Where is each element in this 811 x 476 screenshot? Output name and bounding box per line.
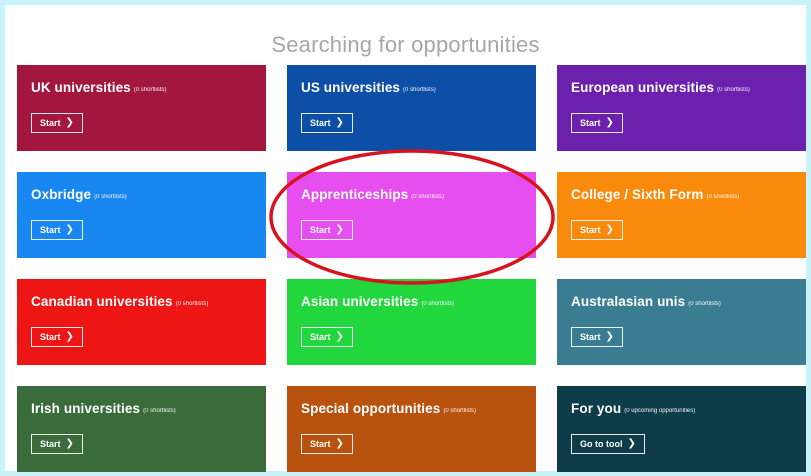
- button-label: Start: [310, 225, 331, 235]
- shortlist-count: (0 shortlists): [411, 194, 444, 200]
- tile-college-sixth-form[interactable]: College / Sixth Form (0 shortlists) Start…: [557, 172, 806, 258]
- button-label: Start: [40, 439, 61, 449]
- button-label: Start: [310, 332, 331, 342]
- chevron-right-icon: ❯: [627, 438, 636, 449]
- shortlist-count: (0 shortlists): [403, 87, 436, 93]
- tile-uk-universities[interactable]: UK universities (0 shortlists) Start ❯: [17, 65, 266, 151]
- button-label: Start: [40, 225, 61, 235]
- button-label: Go to tool: [580, 439, 623, 449]
- chevron-right-icon: ❯: [605, 331, 614, 342]
- tile-title: Irish universities: [31, 401, 141, 416]
- tile-title: College / Sixth Form: [571, 187, 704, 202]
- shortlist-count: (0 shortlists): [421, 301, 455, 307]
- button-label: Start: [580, 332, 601, 342]
- chevron-right-icon: ❯: [65, 117, 74, 128]
- chevron-right-icon: ❯: [335, 117, 344, 128]
- chevron-right-icon: ❯: [335, 224, 344, 235]
- tile-title: Oxbridge: [31, 187, 92, 202]
- start-button[interactable]: Start ❯: [301, 220, 353, 240]
- start-button[interactable]: Start ❯: [571, 113, 623, 133]
- shortlist-count: (0 shortlists): [143, 408, 176, 414]
- tile-header: College / Sixth Form (0 shortlists): [571, 186, 792, 204]
- start-button[interactable]: Start ❯: [301, 327, 353, 347]
- tile-header: For you (0 upcoming opportunities): [571, 400, 792, 418]
- start-button[interactable]: Start ❯: [31, 434, 83, 454]
- tile-title: Canadian universities: [31, 294, 173, 309]
- tile-header: Canadian universities (0 shortlists): [31, 293, 252, 311]
- shortlist-count: (0 shortlists): [133, 87, 167, 93]
- shortlist-count: (0 shortlists): [443, 408, 477, 414]
- tile-asian-universities[interactable]: Asian universities (0 shortlists) Start ❯: [287, 279, 536, 365]
- tile-title: For you: [571, 401, 622, 416]
- chevron-right-icon: ❯: [605, 117, 614, 128]
- shortlist-count: (0 shortlists): [706, 194, 740, 200]
- button-label: Start: [310, 439, 331, 449]
- chevron-right-icon: ❯: [335, 438, 344, 449]
- start-button[interactable]: Start ❯: [301, 434, 353, 454]
- tile-header: Apprenticeships (0 shortlists): [301, 186, 522, 204]
- upcoming-count: (0 upcoming opportunities): [624, 408, 696, 414]
- tile-title: US universities: [301, 80, 401, 95]
- shortlist-count: (0 shortlists): [717, 87, 750, 93]
- chevron-right-icon: ❯: [605, 224, 614, 235]
- button-label: Start: [310, 118, 331, 128]
- tile-australasian-unis[interactable]: Australasian unis (0 shortlists) Start ❯: [557, 279, 806, 365]
- button-label: Start: [580, 225, 601, 235]
- tile-header: Asian universities (0 shortlists): [301, 293, 522, 311]
- shortlist-count: (0 shortlists): [175, 301, 209, 307]
- start-button[interactable]: Start ❯: [571, 327, 623, 347]
- start-button[interactable]: Start ❯: [31, 220, 83, 240]
- tile-title: Special opportunities: [301, 401, 441, 416]
- start-button[interactable]: Start ❯: [31, 327, 83, 347]
- button-label: Start: [580, 118, 601, 128]
- chevron-right-icon: ❯: [65, 331, 74, 342]
- opportunity-grid: UK universities (0 shortlists) Start ❯ US…: [17, 65, 806, 472]
- shortlist-count: (0 shortlists): [688, 301, 721, 307]
- tile-us-universities[interactable]: US universities (0 shortlists) Start ❯: [287, 65, 536, 151]
- tile-header: Oxbridge (0 shortlists): [31, 186, 252, 204]
- tile-header: US universities (0 shortlists): [301, 79, 522, 97]
- tile-header: UK universities (0 shortlists): [31, 79, 252, 97]
- go-to-tool-button[interactable]: Go to tool ❯: [571, 434, 645, 454]
- chevron-right-icon: ❯: [65, 224, 74, 235]
- tile-title: Australasian unis: [571, 294, 686, 309]
- tile-oxbridge[interactable]: Oxbridge (0 shortlists) Start ❯: [17, 172, 266, 258]
- chevron-right-icon: ❯: [65, 438, 74, 449]
- tile-header: Irish universities (0 shortlists): [31, 400, 252, 418]
- chevron-right-icon: ❯: [335, 331, 344, 342]
- page-title: Searching for opportunities: [271, 31, 540, 57]
- tile-european-universities[interactable]: European universities (0 shortlists) Star…: [557, 65, 806, 151]
- tile-title: Apprenticeships: [301, 187, 409, 202]
- tile-for-you[interactable]: For you (0 upcoming opportunities) Go to …: [557, 386, 806, 472]
- tile-title: UK universities: [31, 80, 131, 95]
- tile-apprenticeships[interactable]: Apprenticeships (0 shortlists) Start ❯: [287, 172, 536, 258]
- tile-canadian-universities[interactable]: Canadian universities (0 shortlists) Star…: [17, 279, 266, 365]
- page-frame: Searching for opportunities UK universit…: [5, 5, 806, 472]
- tile-header: Special opportunities (0 shortlists): [301, 400, 522, 418]
- tile-irish-universities[interactable]: Irish universities (0 shortlists) Start ❯: [17, 386, 266, 472]
- button-label: Start: [40, 332, 61, 342]
- shortlist-count: (0 shortlists): [94, 194, 127, 200]
- tile-special-opportunities[interactable]: Special opportunities (0 shortlists) Star…: [287, 386, 536, 472]
- tile-title: Asian universities: [301, 294, 419, 309]
- tile-title: European universities: [571, 80, 715, 95]
- button-label: Start: [40, 118, 61, 128]
- tile-header: Australasian unis (0 shortlists): [571, 293, 792, 311]
- start-button[interactable]: Start ❯: [31, 113, 83, 133]
- start-button[interactable]: Start ❯: [301, 113, 353, 133]
- tile-header: European universities (0 shortlists): [571, 79, 792, 97]
- start-button[interactable]: Start ❯: [571, 220, 623, 240]
